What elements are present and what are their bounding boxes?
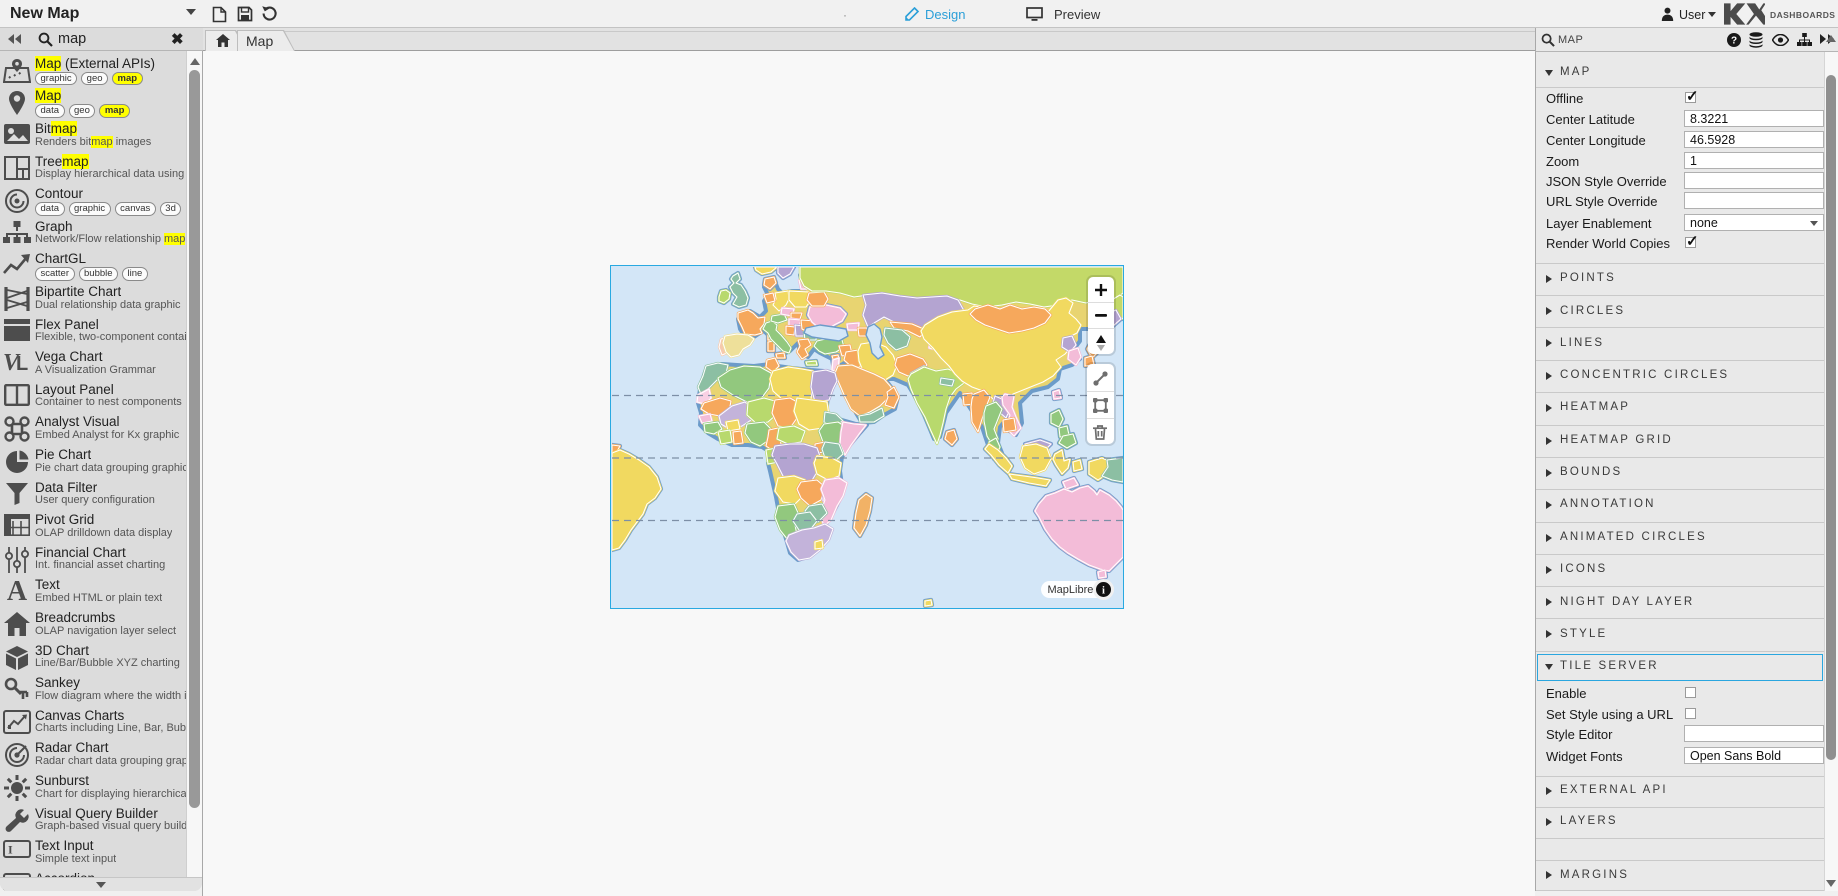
svg-text:I: I bbox=[8, 843, 13, 857]
svg-text:i: i bbox=[1102, 586, 1105, 597]
svg-text:?: ? bbox=[1731, 36, 1737, 47]
svg-text:A: A bbox=[7, 579, 28, 603]
svg-text:L: L bbox=[16, 353, 28, 373]
